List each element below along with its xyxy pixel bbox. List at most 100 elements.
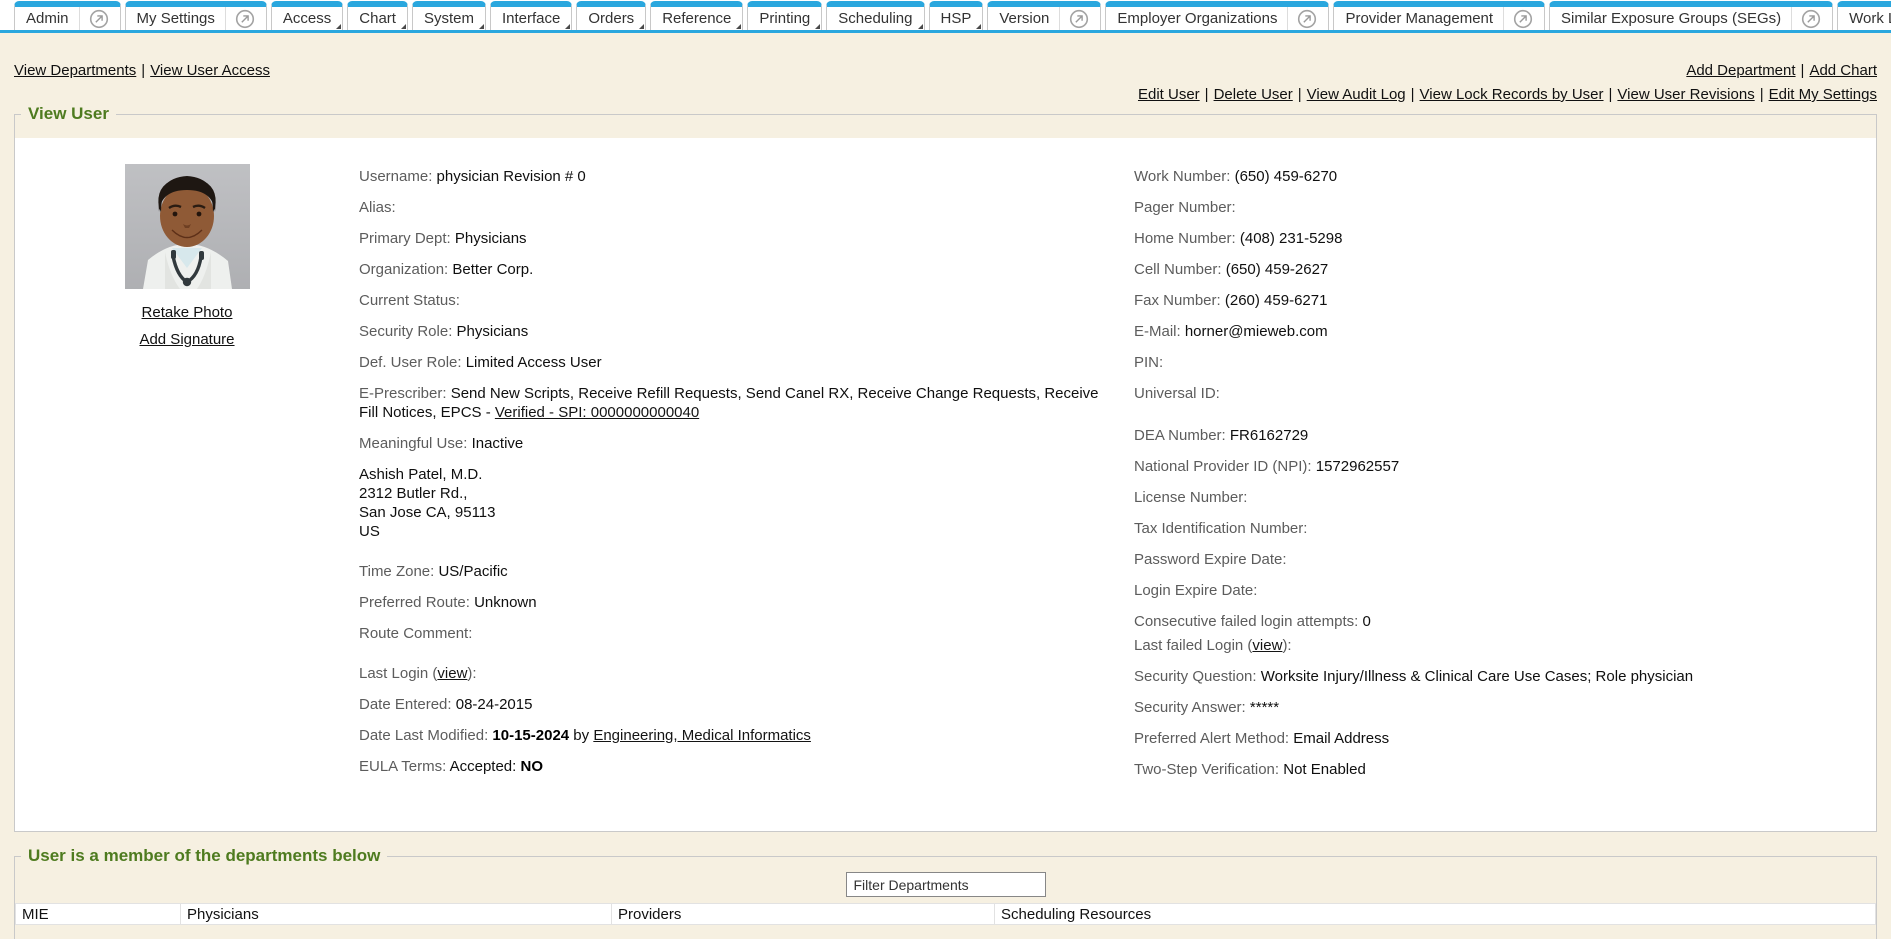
field-line: DEA Number: FR6162729 <box>1134 426 1856 445</box>
address-line: Ashish Patel, M.D. <box>359 465 1116 484</box>
engineering-medical-informatics-link[interactable]: Engineering, Medical Informatics <box>593 727 811 744</box>
tab-scheduling[interactable]: Scheduling <box>826 1 924 30</box>
field-label: Security Role: <box>359 323 457 340</box>
page: View Departments|View User Access Add De… <box>0 33 1891 939</box>
tab-system[interactable]: System <box>412 1 486 30</box>
tab-version[interactable]: Version <box>987 1 1101 30</box>
edit-my-settings-link[interactable]: Edit My Settings <box>1769 86 1877 103</box>
field-group: Username: physician Revision # 0Alias:Pr… <box>359 167 1116 453</box>
tab-label: Access <box>283 10 331 27</box>
field-value: horner@mieweb.com <box>1185 323 1328 340</box>
field-line: Security Role: Physicians <box>359 322 1116 341</box>
view-user-revisions-link[interactable]: View User Revisions <box>1617 86 1754 103</box>
tab-divider <box>1503 7 1504 30</box>
field-line: Date Last Modified: 10-15-2024 by Engine… <box>359 726 1116 745</box>
department-cell-scheduling-resources: Scheduling Resources <box>995 904 1876 925</box>
link-separator: | <box>1293 86 1307 103</box>
retake-photo-link[interactable]: Retake Photo <box>142 304 233 321</box>
field-label: Home Number: <box>1134 230 1240 247</box>
field-value: 08-24-2015 <box>456 696 533 713</box>
field-line: Work Number: (650) 459-6270 <box>1134 167 1856 186</box>
field-line: Cell Number: (650) 459-2627 <box>1134 260 1856 279</box>
open-new-icon[interactable] <box>1801 9 1821 29</box>
field-value: Physicians <box>457 323 529 340</box>
field-label: License Number: <box>1134 489 1247 506</box>
open-new-icon[interactable] <box>1513 9 1533 29</box>
tab-admin[interactable]: Admin <box>14 1 121 30</box>
view-lock-records-by-user-link[interactable]: View Lock Records by User <box>1420 86 1604 103</box>
view-link[interactable]: view <box>437 665 467 682</box>
tab-chart[interactable]: Chart <box>347 1 408 30</box>
tab-label: Work Locations <box>1849 10 1891 27</box>
field-value: 1572962557 <box>1316 458 1399 475</box>
field-value: Better Corp. <box>452 261 533 278</box>
view-user-access-link[interactable]: View User Access <box>150 62 270 79</box>
open-new-icon[interactable] <box>1297 9 1317 29</box>
tab-hsp[interactable]: HSP <box>929 1 984 30</box>
field-line: Route Comment: <box>359 624 1116 643</box>
field-label: National Provider ID (NPI): <box>1134 458 1316 475</box>
user-photo <box>125 164 250 289</box>
field-label: Route Comment: <box>359 625 472 642</box>
field-label: ): <box>1282 637 1291 654</box>
tab-label: HSP <box>941 10 972 27</box>
field-label: Last failed Login ( <box>1134 637 1252 654</box>
view-audit-log-link[interactable]: View Audit Log <box>1307 86 1406 103</box>
open-new-icon[interactable] <box>1069 9 1089 29</box>
tab-label: Interface <box>502 10 560 27</box>
field-line: Two-Step Verification: Not Enabled <box>1134 760 1856 779</box>
field-line: Meaningful Use: Inactive <box>359 434 1116 453</box>
tab-employer-organizations[interactable]: Employer Organizations <box>1105 1 1329 30</box>
field-label: Login Expire Date: <box>1134 582 1257 599</box>
submenu-indicator-icon <box>401 24 406 29</box>
field-value: physician Revision # 0 <box>437 168 586 185</box>
submenu-indicator-icon <box>336 24 341 29</box>
open-new-icon[interactable] <box>89 9 109 29</box>
view-departments-link[interactable]: View Departments <box>14 62 136 79</box>
field-label: EULA Terms: <box>359 758 450 775</box>
field-line: Organization: Better Corp. <box>359 260 1116 279</box>
link-separator: | <box>1200 86 1214 103</box>
field-value: Send New Scripts, Receive Refill Request… <box>359 385 1099 421</box>
tab-printing[interactable]: Printing <box>747 1 822 30</box>
field-value: Worksite Injury/Illness & Clinical Care … <box>1261 668 1693 685</box>
tab-similar-exposure-groups-segs[interactable]: Similar Exposure Groups (SEGs) <box>1549 1 1833 30</box>
filter-departments-input[interactable] <box>846 872 1046 897</box>
tab-divider <box>1059 7 1060 30</box>
field-line: Last failed Login (view): <box>1134 636 1856 655</box>
field-label: Time Zone: <box>359 563 438 580</box>
field-group: Ashish Patel, M.D.2312 Butler Rd.,San Jo… <box>359 465 1116 541</box>
left-links: View Departments|View User Access <box>14 62 270 79</box>
add-chart-link[interactable]: Add Chart <box>1809 62 1877 79</box>
view-user-legend: View User <box>21 104 116 124</box>
tab-provider-management[interactable]: Provider Management <box>1333 1 1545 30</box>
submenu-indicator-icon <box>565 24 570 29</box>
view-link[interactable]: view <box>1252 637 1282 654</box>
add-signature-link[interactable]: Add Signature <box>139 331 234 348</box>
tab-orders[interactable]: Orders <box>576 1 646 30</box>
edit-user-link[interactable]: Edit User <box>1138 86 1200 103</box>
verified-spi-0000000000040-link[interactable]: Verified - SPI: 0000000000040 <box>495 404 699 421</box>
field-line: Security Question: Worksite Injury/Illne… <box>1134 667 1856 686</box>
field-value: US/Pacific <box>438 563 507 580</box>
tab-divider <box>1791 7 1792 30</box>
tab-reference[interactable]: Reference <box>650 1 743 30</box>
field-line: Password Expire Date: <box>1134 550 1856 569</box>
top-nav: Admin My Settings Access ChartSystem Interfa… <box>0 0 1891 33</box>
tab-label: Admin <box>26 10 69 27</box>
field-label: Date Last Modified: <box>359 727 492 744</box>
tab-access[interactable]: Access <box>271 1 343 30</box>
user-fields-left: Username: physician Revision # 0Alias:Pr… <box>359 164 1134 788</box>
open-new-icon[interactable] <box>235 9 255 29</box>
tab-label: Reference <box>662 10 731 27</box>
field-label: ): <box>467 665 476 682</box>
add-department-link[interactable]: Add Department <box>1686 62 1795 79</box>
link-separator: | <box>1796 62 1810 79</box>
tab-work-locations[interactable]: Work Locations <box>1837 1 1891 30</box>
tab-interface[interactable]: Interface <box>490 1 572 30</box>
department-cell-physicians: Physicians <box>181 904 612 925</box>
field-line: Login Expire Date: <box>1134 581 1856 600</box>
tab-my-settings[interactable]: My Settings <box>125 1 267 30</box>
delete-user-link[interactable]: Delete User <box>1214 86 1293 103</box>
field-line: Consecutive failed login attempts: 0 <box>1134 612 1856 631</box>
